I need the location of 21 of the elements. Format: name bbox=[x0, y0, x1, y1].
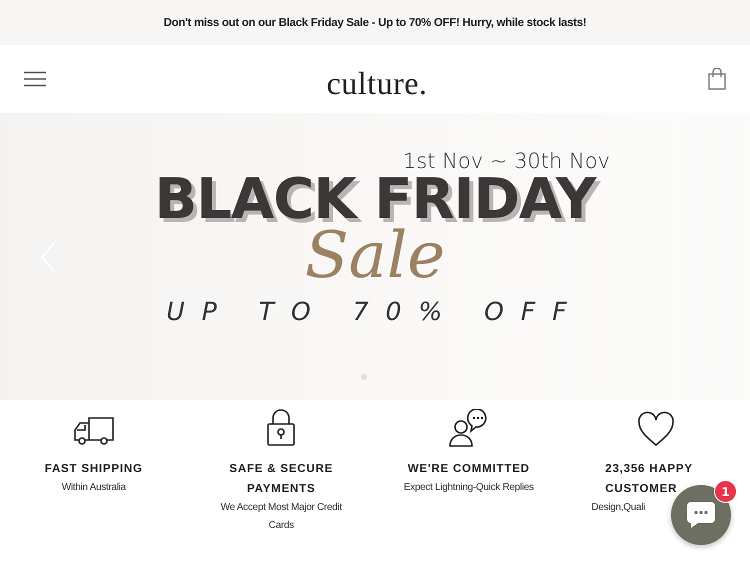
bag-icon[interactable] bbox=[708, 68, 726, 90]
notification-badge: 1 bbox=[714, 480, 737, 503]
offer-text: UP TO 70% OFF bbox=[166, 297, 584, 326]
heart-icon bbox=[637, 411, 676, 447]
announcement-text: Don't miss out on our Black Friday Sale - Up to 70% OFF! Hurry, while stock lasts! bbox=[164, 16, 586, 28]
menu-icon[interactable] bbox=[24, 71, 46, 87]
date-range-text: 1st Nov ~ 30th Nov bbox=[402, 149, 610, 173]
truck-icon bbox=[72, 415, 115, 447]
chat-bubble-icon bbox=[686, 501, 716, 529]
feature-text: Within Australia bbox=[62, 481, 126, 495]
person-chat-icon bbox=[448, 409, 489, 447]
feature-text: Expect Lightning-Quick Replies bbox=[404, 481, 534, 495]
logo[interactable]: culture. bbox=[326, 64, 428, 102]
feature-text: Design,Quali bbox=[591, 501, 646, 515]
feature-title: WE'RE COMMITTED bbox=[406, 462, 531, 477]
feature-text: We Accept Most Major Credit Cards bbox=[220, 501, 344, 533]
padlock-icon bbox=[266, 409, 296, 447]
feature-title: SAFE & SECURE PAYMENTS bbox=[228, 462, 334, 497]
feature-title: FAST SHIPPING bbox=[44, 462, 144, 477]
slide-dot[interactable] bbox=[361, 374, 367, 380]
feature-title: 23,356 HAPPY CUSTOMER bbox=[604, 462, 694, 497]
